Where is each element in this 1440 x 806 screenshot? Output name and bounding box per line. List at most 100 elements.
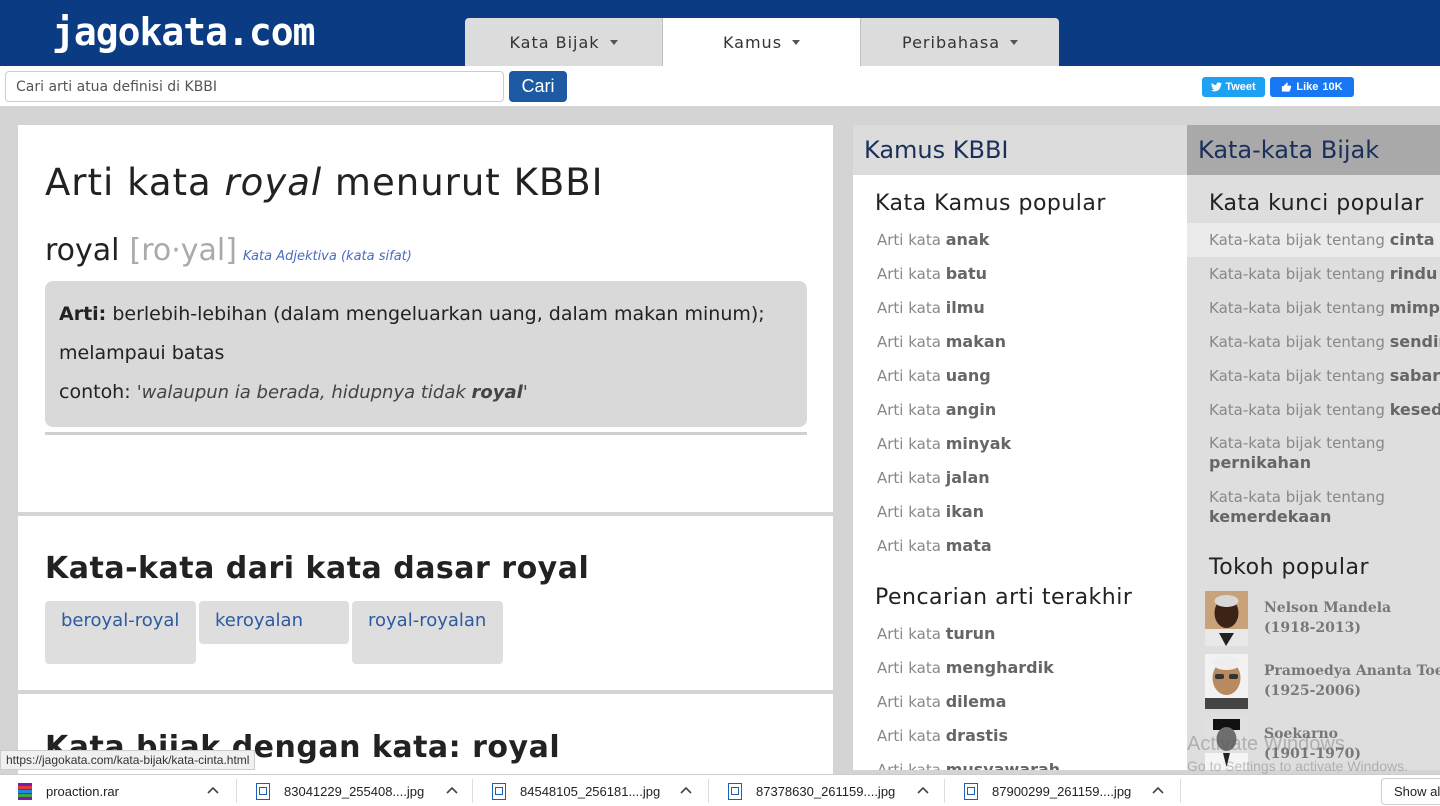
kamus-word-link[interactable]: Arti kata makan [853,325,1187,359]
kamus-word-link[interactable]: Arti kata angin [853,393,1187,427]
kamus-word-link[interactable]: Arti kata minyak [853,427,1187,461]
download-bar: proaction.rar 83041229_255408....jpg 84548… [0,774,1440,806]
definition-box: Arti: berlebih-lebihan (dalam mengeluark… [45,281,807,427]
kamus-word-link[interactable]: Arti kata musyawarah [853,753,1187,770]
kamus-word-link[interactable]: Arti kata ilmu [853,291,1187,325]
tokoh-text: Soekarno (1901-1970) [1264,724,1361,764]
link-prefix: Arti kata [877,693,941,711]
kamus-word-link[interactable]: Arti kata menghardik [853,651,1187,685]
image-file-icon [728,782,742,800]
tab-kata-bijak[interactable]: Kata Bijak [465,18,663,66]
title-word: royal [224,161,323,204]
tokoh-item[interactable]: Nelson Mandela (1918-2013) [1187,591,1440,654]
divider [236,779,237,803]
recent-search-title: Pencarian arti terakhir [875,585,1133,610]
link-prefix: Arti kata [877,659,941,677]
kamus-word-link[interactable]: Arti kata anak [853,223,1187,257]
link-word: dilema [945,692,1007,711]
bijak-keyword-link[interactable]: Kata-kata bijak tentang sendiri [1187,325,1440,359]
tab-label: Peribahasa [902,32,1000,52]
link-prefix: Kata-kata bijak tentang [1209,299,1385,317]
link-prefix: Arti kata [877,469,941,487]
show-all-downloads-button[interactable]: Show all [1381,778,1440,805]
bijak-keyword-link[interactable]: Kata-kata bijak tentang cinta [1187,223,1440,257]
derived-word-chip[interactable]: royal-royalan [352,601,503,664]
derived-word-chip[interactable]: keroyalan [199,601,349,644]
link-word: mata [945,536,992,555]
kamus-word-link[interactable]: Arti kata mata [853,529,1187,563]
chevron-down-icon [1010,39,1018,45]
word-class-link[interactable]: Kata Adjektiva (kata sifat) [243,249,412,264]
download-item[interactable]: 84548105_256181....jpg [492,775,660,806]
link-prefix: Arti kata [877,231,941,249]
link-keyword: mimpi [1389,298,1440,317]
kamus-word-link[interactable]: Arti kata drastis [853,719,1187,753]
tokoh-item[interactable]: Pramoedya Ananta Toer (1925-2006) [1187,654,1440,717]
kamus-header[interactable]: Kamus KBBI [853,125,1187,175]
derived-words-title: Kata-kata dari kata dasar royal [45,551,590,586]
link-prefix: Arti kata [877,265,941,283]
kamus-word-link[interactable]: Arti kata jalan [853,461,1187,495]
link-prefix: Arti kata [877,401,941,419]
link-prefix: Arti kata [877,761,941,770]
chevron-up-icon[interactable] [206,784,220,798]
tab-peribahasa[interactable]: Peribahasa [861,18,1059,66]
divider [472,779,473,803]
tab-kamus[interactable]: Kamus [663,18,861,66]
kamus-word-link[interactable]: Arti kata dilema [853,685,1187,719]
tokoh-text: Nelson Mandela (1918-2013) [1264,598,1391,638]
tweet-button[interactable]: Tweet [1202,77,1265,97]
kamus-word-link[interactable]: Arti kata uang [853,359,1187,393]
status-url: https://jagokata.com/kata-bijak/kata-cin… [0,750,256,770]
site-logo[interactable]: jagokata.com [52,10,316,54]
chevron-up-icon[interactable] [445,784,459,798]
chevron-up-icon[interactable] [1151,784,1165,798]
link-prefix: Kata-kata bijak tentang [1209,434,1385,452]
tweet-label: Tweet [1225,81,1256,93]
download-item[interactable]: 83041229_255408....jpg [256,775,424,806]
entry-headword-line: royal [ro·yal] Kata Adjektiva (kata sifa… [45,233,412,268]
bijak-keyword-link[interactable]: Kata-kata bijak tentang sabar [1187,359,1440,393]
bijak-keyword-link[interactable]: Kata-kata bijak tentang rindu [1187,257,1440,291]
link-prefix: Kata-kata bijak tentang [1209,265,1385,283]
bijak-keyword-link[interactable]: Kata-kata bijak tentang kesedihan [1187,393,1440,427]
search-button[interactable]: Cari [509,71,567,102]
download-item[interactable]: 87378630_261159....jpg [728,775,895,806]
kamus-word-link[interactable]: Arti kata ikan [853,495,1187,529]
link-keyword: rindu [1389,264,1438,283]
chevron-up-icon[interactable] [916,784,930,798]
link-prefix: Arti kata [877,727,941,745]
download-filename: 87900299_261159....jpg [992,783,1132,799]
bijak-keyword-link[interactable]: Kata-kata bijak tentang mimpi [1187,291,1440,325]
example-text: contoh: 'walaupun ia berada, hidupnya ti… [59,381,528,403]
link-prefix: Kata-kata bijak tentang [1209,401,1385,419]
tokoh-years: (1901-1970) [1264,746,1361,762]
thumbs-up-icon [1282,81,1292,92]
download-item[interactable]: proaction.rar [18,775,119,806]
popular-figures-list: Nelson Mandela (1918-2013) Pramoedya Anant… [1187,591,1440,770]
bijak-keyword-link[interactable]: Kata-kata bijak tentang kemerdekaan [1187,481,1440,535]
link-prefix: Arti kata [877,299,941,317]
popular-keywords-title: Kata kunci popular [1209,191,1424,216]
derived-word-chip[interactable]: beroyal-royal [45,601,196,664]
chevron-down-icon [609,39,618,45]
link-keyword: sabar [1389,366,1440,385]
link-prefix: Arti kata [877,625,941,643]
bijak-header[interactable]: Kata-kata Bijak [1187,125,1440,175]
tokoh-item[interactable]: Soekarno (1901-1970) [1187,717,1440,770]
chevron-up-icon[interactable] [679,784,693,798]
popular-keywords-list: Kata-kata bijak tentang cinta Kata-kata b… [1187,223,1440,535]
facebook-like-button[interactable]: Like 10K [1270,77,1354,97]
search-input[interactable] [5,71,504,102]
download-filename: 83041229_255408....jpg [284,783,425,799]
download-item[interactable]: 87900299_261159....jpg [964,775,1131,806]
download-filename: proaction.rar [46,783,119,799]
kamus-word-link[interactable]: Arti kata turun [853,617,1187,651]
link-word: musyawarah [945,760,1061,770]
top-header: jagokata.com Kata Bijak Kamus Peribahasa [0,0,1440,66]
kamus-word-link[interactable]: Arti kata batu [853,257,1187,291]
bijak-keyword-link[interactable]: Kata-kata bijak tentang pernikahan [1187,427,1440,481]
tokoh-years: (1918-2013) [1264,620,1361,636]
tab-label: Kamus [722,32,783,52]
link-prefix: Arti kata [877,537,941,555]
